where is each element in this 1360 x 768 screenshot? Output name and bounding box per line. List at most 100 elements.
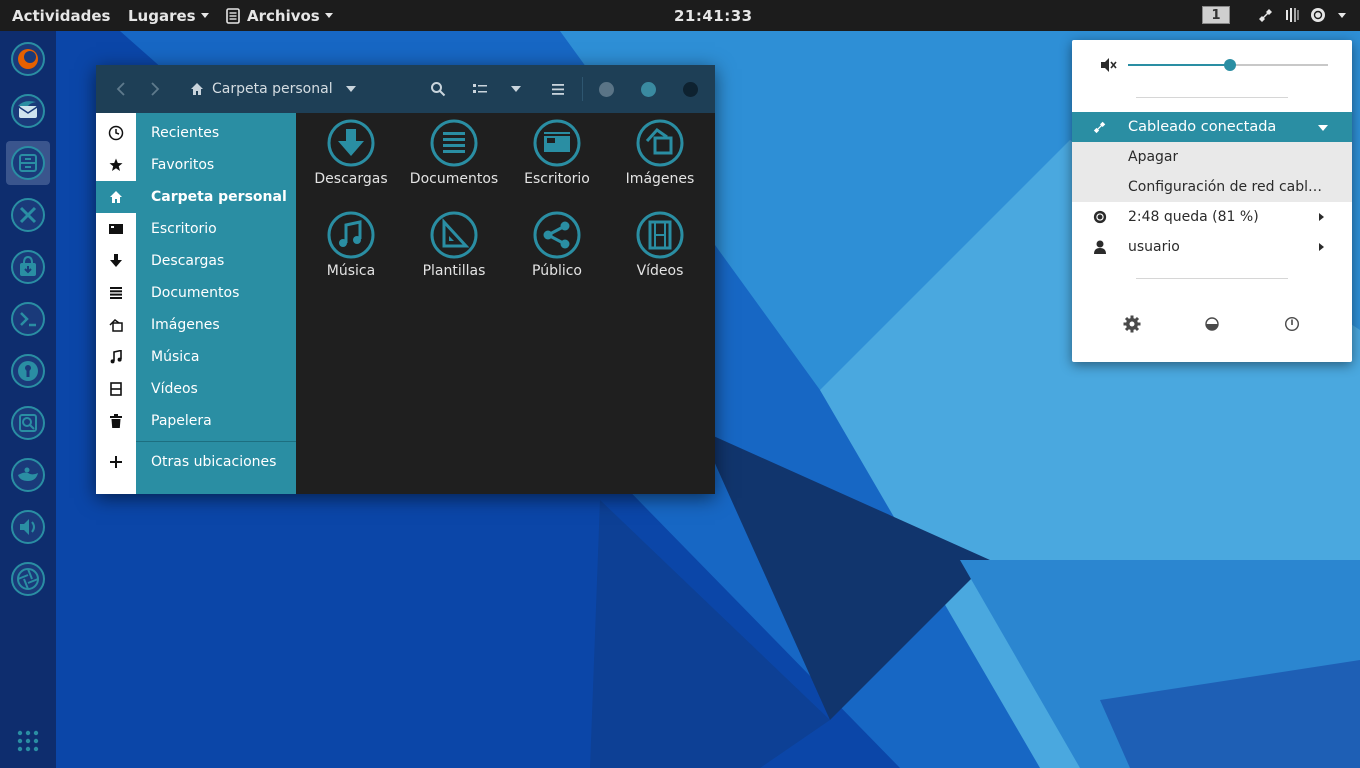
grid-icon <box>17 730 39 752</box>
volume-icon <box>1286 8 1299 22</box>
lock-screen-button[interactable] <box>1200 312 1224 336</box>
documents-icon <box>110 287 122 299</box>
dock-genie[interactable] <box>6 453 50 497</box>
sidebar-item-musica[interactable]: Música <box>96 341 296 373</box>
dock-software[interactable] <box>6 245 50 289</box>
power-button[interactable] <box>1280 312 1304 336</box>
chevron-down-icon <box>345 86 356 92</box>
chevron-down-icon <box>1338 12 1346 18</box>
music-icon <box>110 350 122 364</box>
forward-button[interactable] <box>144 65 166 113</box>
sidebar-item-label: Documentos <box>151 285 240 301</box>
activities-button[interactable]: Actividades <box>12 0 110 31</box>
wired-off-item[interactable]: Apagar <box>1072 142 1352 172</box>
app-menu-button[interactable]: Archivos <box>226 0 333 31</box>
sidebar-item-descargas[interactable]: Descargas <box>96 245 296 277</box>
sidebar-item-escritorio[interactable]: Escritorio <box>96 213 296 245</box>
minimize-button[interactable] <box>599 82 614 97</box>
sidebar-item-label: Música <box>151 349 200 365</box>
sidebar-item-label: Otras ubicaciones <box>151 454 277 470</box>
folder-item[interactable]: Plantillas <box>404 211 504 280</box>
sidebar-item-videos[interactable]: Vídeos <box>96 373 296 405</box>
settings-button[interactable] <box>1120 312 1144 336</box>
passwords-icon <box>11 354 45 388</box>
sidebar-item-recientes[interactable]: Recientes <box>96 117 296 149</box>
dash-dock <box>0 31 56 768</box>
workspace-indicator[interactable]: 1 <box>1202 6 1230 24</box>
music-folder-icon <box>327 211 375 259</box>
trash-icon <box>110 414 122 428</box>
sidebar-item-documentos[interactable]: Documentos <box>96 277 296 309</box>
dock-files[interactable] <box>6 141 50 185</box>
folder-item[interactable]: Música <box>301 211 401 280</box>
wired-settings-label: Configuración de red cableada <box>1128 179 1326 195</box>
folder-item[interactable]: Vídeos <box>610 211 710 280</box>
aperture-icon <box>11 562 45 596</box>
search-button[interactable] <box>426 65 450 113</box>
dock-image-viewer[interactable] <box>6 401 50 445</box>
dock-firefox[interactable] <box>6 37 50 81</box>
status-area[interactable] <box>1258 7 1346 23</box>
sidebar-item-favoritos[interactable]: Favoritos <box>96 149 296 181</box>
terminal-icon <box>11 302 45 336</box>
places-menu-button[interactable]: Lugares <box>128 0 209 31</box>
templates-folder-icon <box>430 211 478 259</box>
show-applications-button[interactable] <box>6 719 50 763</box>
folder-label: Música <box>326 263 376 279</box>
battery-icon <box>1311 8 1325 22</box>
dock-thunderbird[interactable] <box>6 89 50 133</box>
folder-item[interactable]: Escritorio <box>507 119 607 188</box>
volume-slider[interactable] <box>1128 59 1328 71</box>
sidebar-item-papelera[interactable]: Papelera <box>96 405 296 437</box>
folder-label: Documentos <box>409 171 499 187</box>
clock-button[interactable]: 21:41:33 <box>674 0 753 31</box>
home-icon <box>110 191 122 203</box>
places-label: Lugares <box>128 6 196 25</box>
desktop-icon <box>109 224 123 234</box>
wired-settings-item[interactable]: Configuración de red cableada <box>1072 172 1352 202</box>
dock-passwords[interactable] <box>6 349 50 393</box>
sidebar-item-otras-ubicaciones[interactable]: Otras ubicaciones <box>96 446 296 478</box>
menu-separator <box>1136 278 1288 279</box>
view-toggle-button[interactable] <box>468 65 492 113</box>
file-view: Descargas Documentos Escritorio Imágenes… <box>296 113 715 494</box>
header-separator <box>582 77 583 101</box>
folder-item[interactable]: Documentos <box>404 119 504 188</box>
sidebar-item-imagenes[interactable]: Imágenes <box>96 309 296 341</box>
app-menu-label: Archivos <box>247 6 320 25</box>
pictures-folder-icon <box>636 119 684 167</box>
wired-connection-item[interactable]: Cableado conectada <box>1072 112 1352 142</box>
battery-icon <box>1093 210 1107 224</box>
menu-button[interactable] <box>546 65 570 113</box>
view-options-button[interactable] <box>504 65 528 113</box>
sidebar-separator <box>136 441 296 442</box>
user-icon <box>1094 240 1106 254</box>
dock-aperture[interactable] <box>6 557 50 601</box>
network-wired-icon <box>1093 121 1106 134</box>
dock-terminal[interactable] <box>6 297 50 341</box>
folder-label: Imágenes <box>625 171 695 187</box>
dock-sound[interactable] <box>6 505 50 549</box>
menu-separator <box>1136 97 1288 98</box>
volume-slider-handle[interactable] <box>1224 59 1236 71</box>
path-bar-home[interactable]: Carpeta personal <box>190 65 360 113</box>
dock-tools[interactable] <box>6 193 50 237</box>
user-item[interactable]: usuario <box>1072 232 1352 262</box>
software-store-icon <box>11 250 45 284</box>
chevron-down-icon <box>200 13 209 18</box>
clock-label: 21:41:33 <box>674 6 753 25</box>
close-button[interactable] <box>683 82 698 97</box>
back-button[interactable] <box>110 65 132 113</box>
battery-label: 2:48 queda (81 %) <box>1128 209 1259 225</box>
places-sidebar: Recientes Favoritos Carpeta personal Esc… <box>96 113 296 494</box>
folder-item[interactable]: Descargas <box>301 119 401 188</box>
folder-item[interactable]: Público <box>507 211 607 280</box>
battery-item[interactable]: 2:48 queda (81 %) <box>1072 202 1352 232</box>
folder-item[interactable]: Imágenes <box>610 119 710 188</box>
sidebar-item-label: Papelera <box>151 413 212 429</box>
download-folder-icon <box>327 119 375 167</box>
top-bar: Actividades Lugares Archivos 21:41:33 1 <box>0 0 1360 31</box>
public-folder-icon <box>533 211 581 259</box>
maximize-button[interactable] <box>641 82 656 97</box>
sidebar-item-carpeta-personal[interactable]: Carpeta personal <box>96 181 296 213</box>
